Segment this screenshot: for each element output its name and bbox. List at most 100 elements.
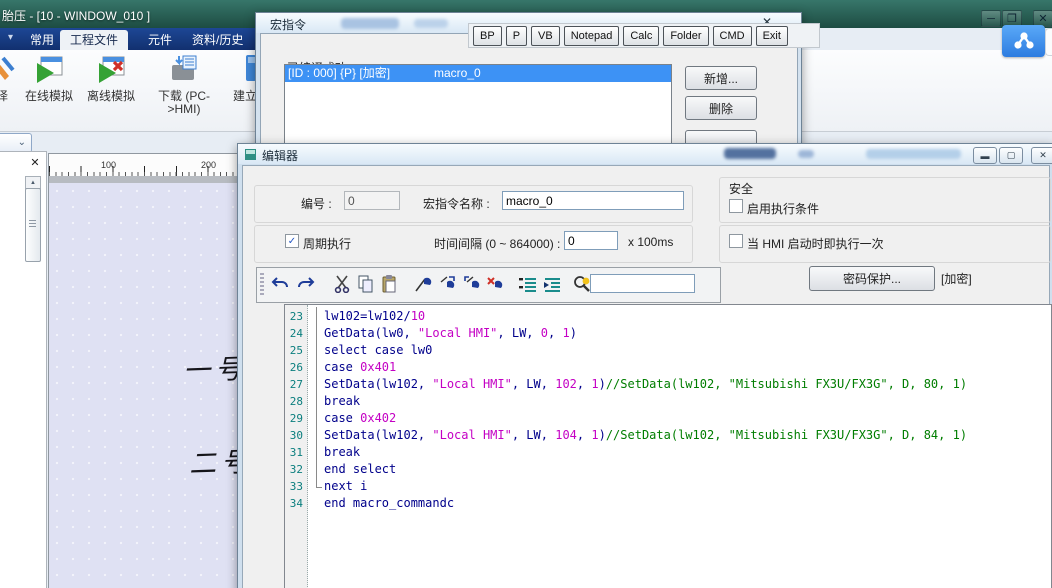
blurred-text [414, 19, 448, 28]
bookmark-next-icon[interactable] [438, 274, 458, 294]
find-icon[interactable] [572, 274, 592, 294]
undo-icon[interactable] [270, 274, 290, 294]
screen: 胎压 - [10 - WINDOW_010 ] ─ ❐ ✕ ▾ 常用 工程文件 … [0, 0, 1052, 588]
tab-data-history[interactable]: 资料/历史 [182, 30, 253, 50]
bookmark-prev-icon[interactable] [462, 274, 482, 294]
code-token: break [324, 394, 360, 408]
line-number: 26 [285, 359, 307, 376]
canvas-text-no2[interactable]: 二号 [188, 440, 240, 481]
code-editor[interactable]: 232425262728293031323334 lw102=lw102/10G… [284, 304, 1052, 588]
line-number: 23 [285, 308, 307, 325]
editor-maximize-icon[interactable]: ▢ [999, 147, 1023, 164]
periodic-checkbox[interactable]: ✓ [285, 234, 299, 248]
macro-item-name: macro_0 [434, 65, 481, 82]
code-gutter: 232425262728293031323334 [285, 305, 308, 588]
interval-input[interactable] [564, 231, 618, 250]
launcher-notepad-button[interactable]: Notepad [564, 26, 620, 46]
code-line[interactable]: break [309, 444, 1051, 461]
code-line[interactable]: select case lw0 [309, 342, 1051, 359]
outdent-list-icon[interactable] [542, 274, 562, 294]
launcher-cmd-button[interactable]: CMD [713, 26, 752, 46]
launcher-exit-button[interactable]: Exit [756, 26, 788, 46]
macro-list[interactable]: [ID : 000] {P} [加密] macro_0 [284, 64, 672, 144]
code-line[interactable]: SetData(lw102, "Local HMI", LW, 104, 1)/… [309, 427, 1051, 444]
toolbar-compile[interactable]: 译 [0, 54, 16, 103]
edit-toolbar [256, 267, 721, 303]
canvas-text-no1[interactable]: 一号 [182, 347, 240, 388]
bookmark-toggle-icon[interactable] [414, 274, 434, 294]
line-number: 28 [285, 393, 307, 410]
code-line[interactable]: GetData(lw0, "Local HMI", LW, 0, 1) [309, 325, 1051, 342]
editor-titlebar[interactable]: 编辑器 ▬ ▢ ✕ [238, 144, 1052, 164]
code-line[interactable]: case 0x401 [309, 359, 1051, 376]
code-line[interactable]: end select [309, 461, 1051, 478]
code-token: SetData(lw102, [324, 377, 432, 391]
redo-icon[interactable] [296, 274, 316, 294]
line-number: 34 [285, 495, 307, 512]
zoom-combobox[interactable]: ⌄ [0, 133, 32, 153]
launcher-folder-button[interactable]: Folder [663, 26, 708, 46]
startup-checkbox[interactable] [729, 234, 743, 248]
toolbar-online-simulation[interactable]: 在线模拟 [18, 54, 80, 103]
encrypted-label: [加密] [941, 270, 972, 287]
code-token: ) [599, 377, 606, 391]
launcher-vb-button[interactable]: VB [531, 26, 560, 46]
launcher-bp-button[interactable]: BP [473, 26, 502, 46]
edge-tab[interactable] [1045, 28, 1052, 56]
new-macro-button[interactable]: 新增... [685, 66, 757, 90]
editor-close-icon[interactable]: ✕ [1031, 147, 1052, 164]
cut-icon[interactable] [332, 274, 352, 294]
left-panel: ✕ ▲ [0, 151, 47, 588]
scrollbar-thumb[interactable] [25, 188, 41, 262]
tab-object[interactable]: 元件 [138, 30, 182, 50]
line-number: 25 [285, 342, 307, 359]
toolbar-download-pc-hmi[interactable]: 下载 (PC- >HMI) [150, 54, 218, 116]
launcher-p-button[interactable]: P [506, 26, 527, 46]
editor-minimize-icon[interactable]: ▬ [973, 147, 997, 164]
code-token: //SetData(lw102, "Mitsubishi FX3U/FX3G",… [606, 377, 967, 391]
design-canvas[interactable]: 一号 二号 [48, 183, 240, 588]
password-protect-button[interactable]: 密码保护... [809, 266, 935, 291]
code-token: case [324, 360, 360, 374]
launcher-calc-button[interactable]: Calc [623, 26, 659, 46]
macro-list-item[interactable]: [ID : 000] {P} [加密] macro_0 [285, 65, 671, 82]
ruler-label-200: 200 [201, 160, 216, 170]
code-token: select case lw0 [324, 343, 432, 357]
code-token: 0x401 [360, 360, 396, 374]
canvas-top-strip [48, 176, 240, 183]
panel-close-icon[interactable]: ✕ [28, 156, 42, 169]
copy-icon[interactable] [356, 274, 376, 294]
netdisk-badge[interactable] [1002, 25, 1045, 57]
line-number: 27 [285, 376, 307, 393]
chevron-down-icon: ⌄ [18, 137, 26, 148]
code-line[interactable]: break [309, 393, 1051, 410]
code-token: ) [570, 326, 577, 340]
line-number: 30 [285, 427, 307, 444]
toolbar-grip-icon [260, 273, 264, 297]
minimize-icon[interactable]: ─ [981, 10, 1001, 27]
tab-project-file[interactable]: 工程文件 [60, 30, 128, 50]
code-line[interactable]: case 0x402 [309, 410, 1051, 427]
tab-common[interactable]: 常用 [20, 30, 64, 50]
bookmark-clear-icon[interactable] [486, 274, 506, 294]
macro-name-input[interactable] [502, 191, 684, 210]
exec-condition-checkbox[interactable] [729, 199, 743, 213]
macro-dialog-title: 宏指令 [270, 16, 306, 33]
code-token: //SetData(lw102, "Mitsubishi FX3U/FX3G",… [606, 428, 967, 442]
delete-macro-button[interactable]: 删除 [685, 96, 757, 120]
find-input[interactable] [590, 274, 695, 293]
ribbon-customize-icon[interactable]: ▾ [8, 32, 13, 43]
code-line[interactable]: next i [309, 478, 1051, 495]
macro-id-input[interactable] [344, 191, 400, 210]
code-token: 0 [541, 326, 548, 340]
code-line[interactable]: end macro_commandc [309, 495, 1051, 512]
code-line[interactable]: lw102=lw102/10 [309, 308, 1051, 325]
code-token: next i [324, 479, 367, 493]
paste-icon[interactable] [380, 274, 400, 294]
indent-list-icon[interactable] [518, 274, 538, 294]
code-area-lines[interactable]: lw102=lw102/10GetData(lw0, "Local HMI", … [309, 305, 1051, 588]
download-icon [169, 54, 199, 84]
code-token: lw102=lw102/ [324, 309, 411, 323]
toolbar-offline-simulation[interactable]: 离线模拟 [80, 54, 142, 103]
code-line[interactable]: SetData(lw102, "Local HMI", LW, 102, 1)/… [309, 376, 1051, 393]
